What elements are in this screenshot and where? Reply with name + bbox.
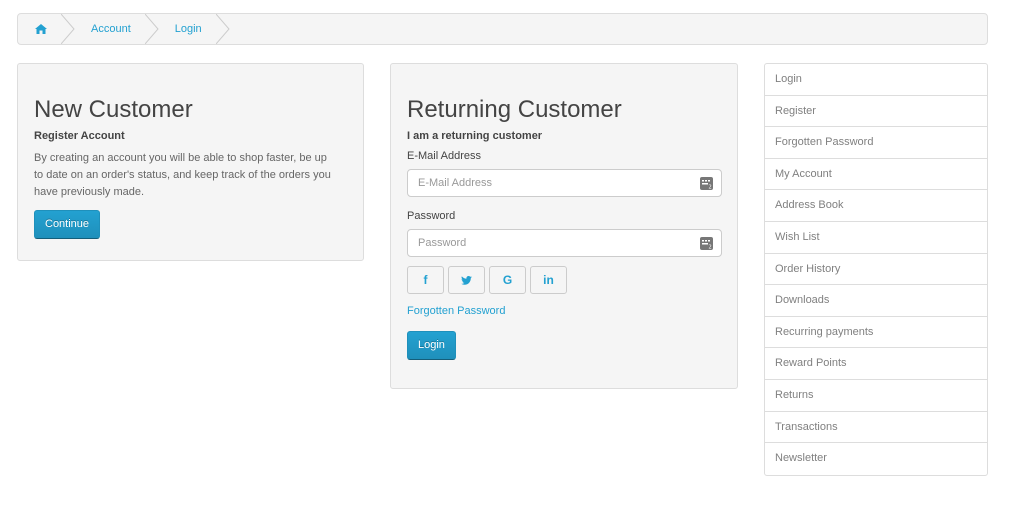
email-label: E-Mail Address	[407, 150, 481, 162]
svg-text:2: 2	[709, 245, 712, 251]
breadcrumb: Account Login	[17, 13, 988, 45]
breadcrumb-home[interactable]	[18, 14, 61, 44]
sidebar-item-reward-points[interactable]: Reward Points	[765, 348, 987, 380]
keyboard-icon[interactable]: 2	[700, 177, 713, 190]
email-field[interactable]	[408, 170, 721, 196]
returning-customer-panel: Returning Customer I am a returning cust…	[390, 63, 738, 389]
sidebar-item-downloads[interactable]: Downloads	[765, 285, 987, 317]
social-login-group: f G in	[407, 266, 721, 294]
svg-text:2: 2	[709, 185, 712, 191]
keyboard-icon[interactable]: 2	[700, 237, 713, 250]
sidebar-item-address-book[interactable]: Address Book	[765, 190, 987, 222]
sidebar-item-returns[interactable]: Returns	[765, 380, 987, 412]
breadcrumb-separator	[144, 14, 159, 44]
linkedin-login-button[interactable]: in	[530, 266, 567, 294]
google-icon: G	[502, 273, 513, 287]
facebook-icon: f	[423, 273, 428, 287]
facebook-login-button[interactable]: f	[407, 266, 444, 294]
password-field[interactable]	[408, 230, 721, 256]
breadcrumb-login[interactable]: Login	[159, 14, 216, 44]
sidebar-item-newsletter[interactable]: Newsletter	[765, 443, 987, 475]
email-field-wrapper: 2	[407, 169, 722, 197]
login-button[interactable]: Login	[407, 331, 456, 360]
sidebar-item-wish-list[interactable]: Wish List	[765, 222, 987, 254]
sidebar-item-forgotten-password[interactable]: Forgotten Password	[765, 127, 987, 159]
sidebar-item-transactions[interactable]: Transactions	[765, 412, 987, 444]
returning-customer-title: Returning Customer	[407, 96, 622, 123]
new-customer-description: By creating an account you will be able …	[34, 152, 331, 198]
google-login-button[interactable]: G	[489, 266, 526, 294]
forgotten-password-link[interactable]: Forgotten Password	[407, 305, 721, 317]
continue-button[interactable]: Continue	[34, 210, 101, 239]
linkedin-icon: in	[543, 273, 554, 287]
sidebar-item-my-account[interactable]: My Account	[765, 159, 987, 191]
sidebar-item-order-history[interactable]: Order History	[765, 254, 987, 286]
twitter-login-button[interactable]	[448, 266, 485, 294]
new-customer-title: New Customer	[34, 96, 193, 123]
password-label: Password	[407, 210, 456, 222]
password-field-wrapper: 2	[407, 229, 722, 257]
returning-customer-subtitle: I am a returning customer	[407, 130, 543, 142]
sidebar-item-recurring-payments[interactable]: Recurring payments	[765, 317, 987, 349]
breadcrumb-separator	[61, 14, 75, 44]
account-sidebar-menu: Login Register Forgotten Password My Acc…	[764, 63, 988, 476]
breadcrumb-separator	[215, 14, 230, 44]
sidebar-item-login[interactable]: Login	[765, 64, 987, 96]
breadcrumb-account[interactable]: Account	[75, 14, 145, 44]
twitter-icon	[461, 275, 472, 285]
new-customer-panel: New Customer Register Account By creatin…	[17, 63, 364, 261]
sidebar-item-register[interactable]: Register	[765, 96, 987, 128]
register-account-heading: Register Account	[34, 130, 125, 142]
home-icon	[35, 24, 47, 34]
